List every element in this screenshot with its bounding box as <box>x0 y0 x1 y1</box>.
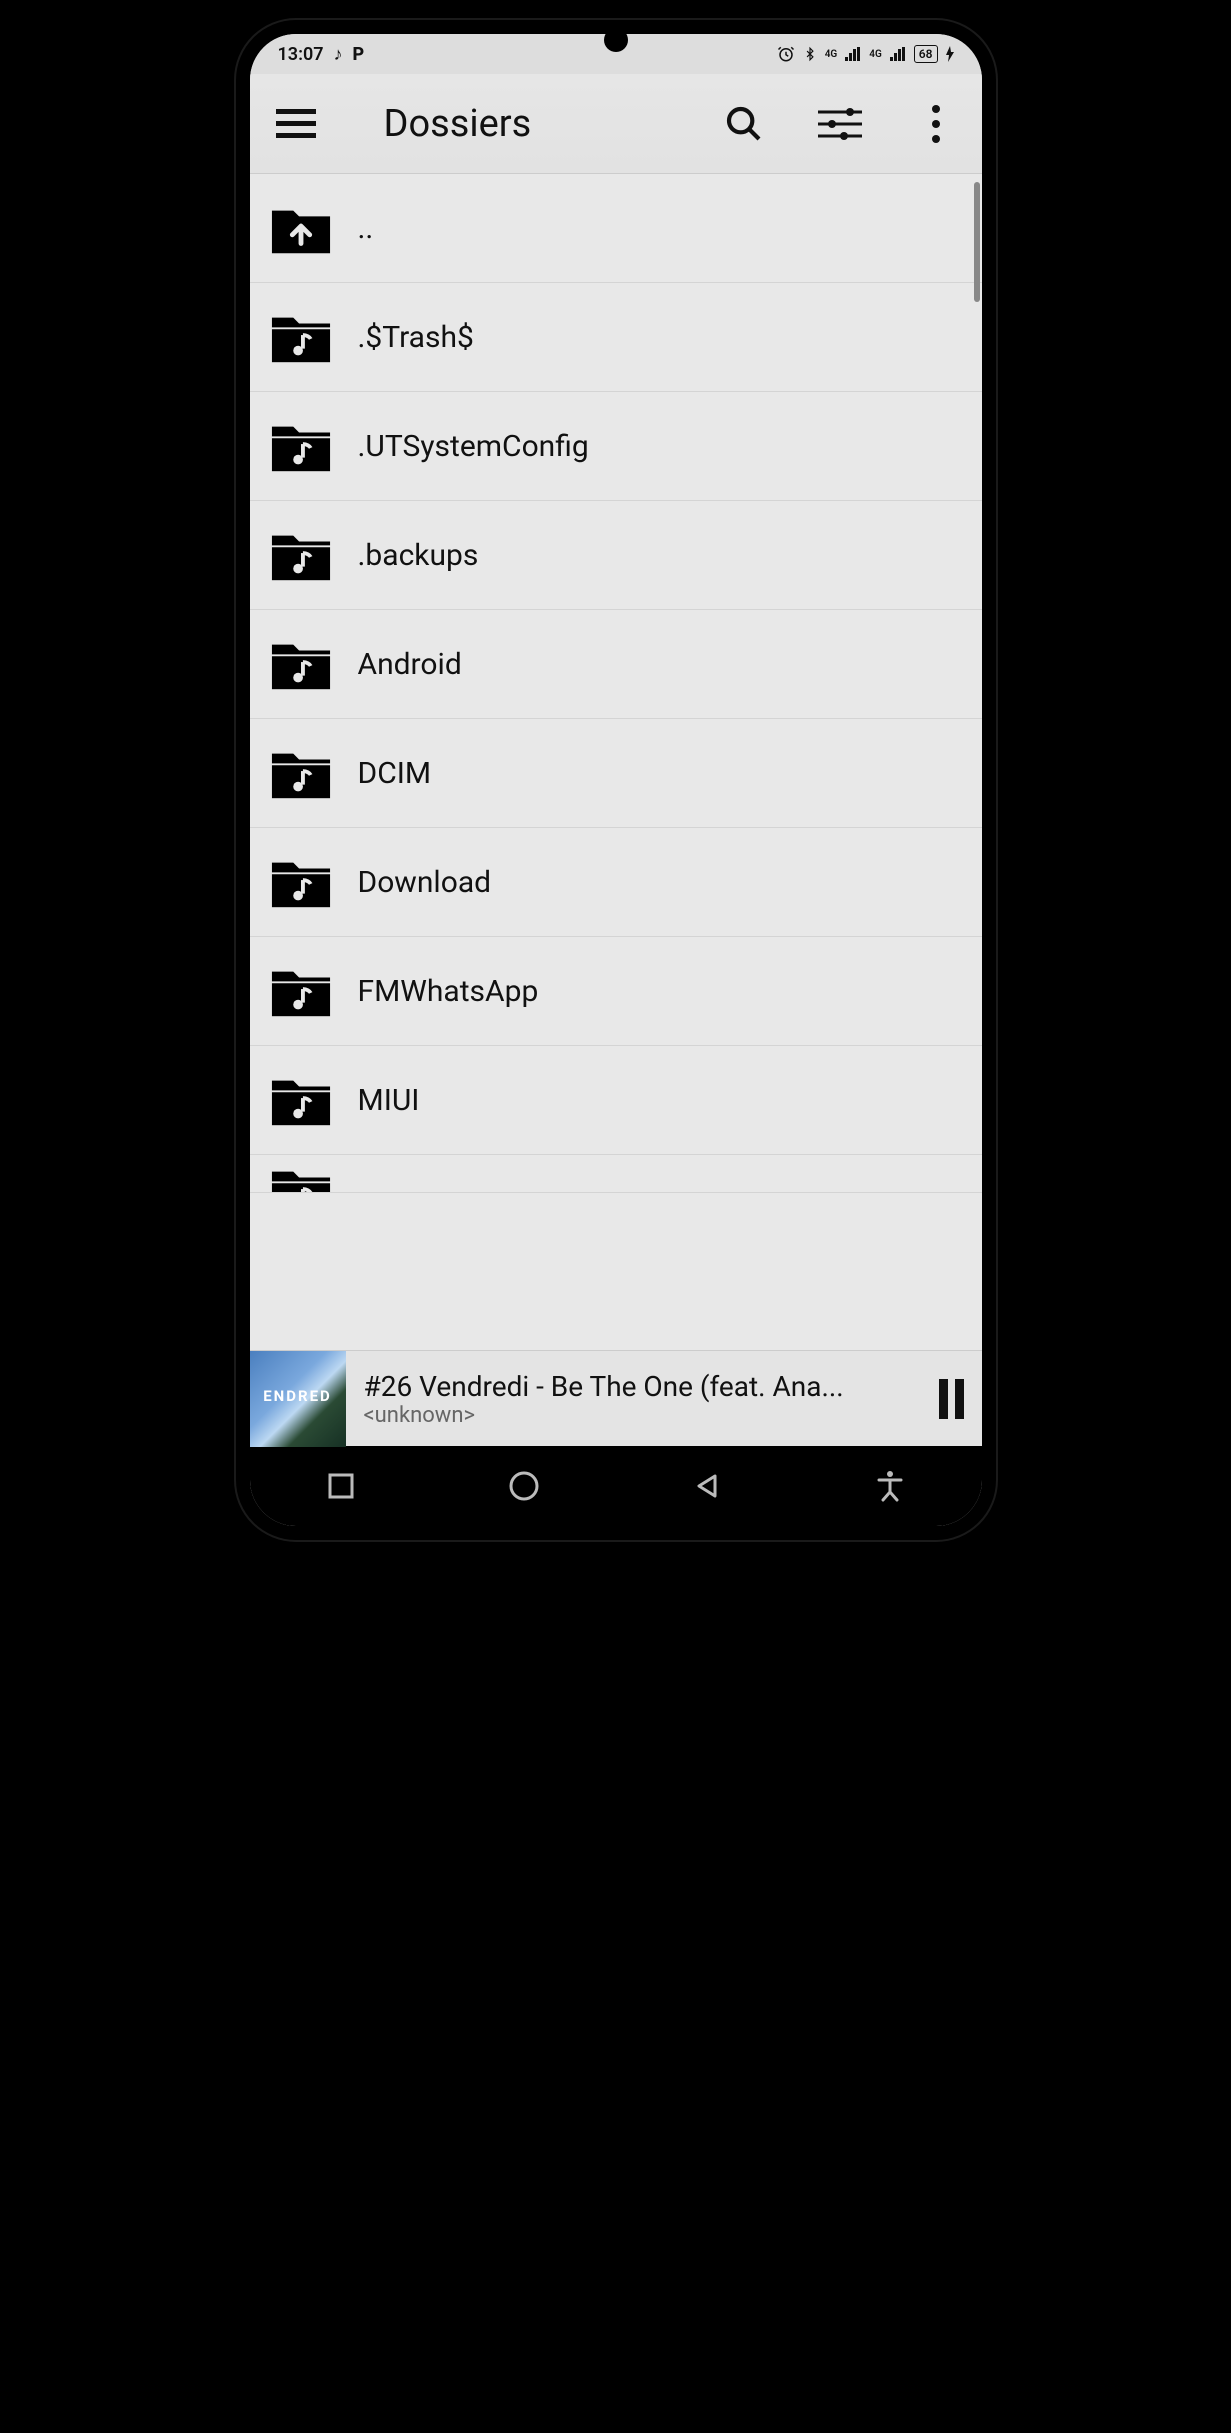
signal-1-icon <box>845 47 861 61</box>
folder-music-icon <box>270 963 332 1019</box>
phone-frame: 13:07 ♪ P 4G 4G 68 <box>236 20 996 1540</box>
folder-label: .UTSystemConfig <box>358 429 589 464</box>
pause-button[interactable] <box>922 1379 982 1419</box>
folder-music-icon <box>270 418 332 474</box>
recent-apps-button[interactable] <box>317 1462 365 1510</box>
phone-screen: 13:07 ♪ P 4G 4G 68 <box>250 34 982 1526</box>
folder-label: .. <box>358 211 374 246</box>
hamburger-icon <box>276 109 316 139</box>
more-vert-icon <box>931 104 941 144</box>
square-icon <box>327 1472 355 1500</box>
folder-music-icon <box>270 854 332 910</box>
sliders-icon <box>818 108 862 140</box>
alarm-icon <box>777 45 795 63</box>
folder-row[interactable]: .$Trash$ <box>250 283 982 392</box>
folder-music-icon <box>270 527 332 583</box>
folder-row[interactable]: FMWhatsApp <box>250 937 982 1046</box>
status-time: 13:07 <box>278 44 324 65</box>
signal-2-icon <box>890 47 906 61</box>
folder-label: DCIM <box>358 756 432 791</box>
folder-label: MIUI <box>358 1083 420 1118</box>
bluetooth-icon <box>803 45 817 63</box>
page-title: Dossiers <box>344 102 696 146</box>
folder-row-partial[interactable] <box>250 1155 982 1193</box>
network-1-label: 4G <box>825 49 838 60</box>
triangle-back-icon <box>693 1472 721 1500</box>
home-button[interactable] <box>500 1462 548 1510</box>
accessibility-button[interactable] <box>866 1462 914 1510</box>
folder-row[interactable]: .UTSystemConfig <box>250 392 982 501</box>
folder-list[interactable]: .. .$Trash$ .UTSystemConfig .backups And… <box>250 174 982 1350</box>
folder-row[interactable]: Download <box>250 828 982 937</box>
camera-notch <box>604 28 628 52</box>
folder-label: Download <box>358 865 492 900</box>
p-badge-icon: P <box>353 44 365 65</box>
scrollbar-thumb[interactable] <box>974 182 980 302</box>
folder-music-icon <box>270 309 332 365</box>
folder-music-icon <box>270 1072 332 1128</box>
search-icon <box>724 104 764 144</box>
folder-row[interactable]: .. <box>250 174 982 283</box>
app-bar: Dossiers <box>250 74 982 174</box>
folder-row[interactable]: Android <box>250 610 982 719</box>
now-playing-bar[interactable]: #26 Vendredi - Be The One (feat. Ana... … <box>250 1350 982 1446</box>
album-art <box>250 1351 346 1447</box>
filter-button[interactable] <box>812 96 868 152</box>
folder-label: .$Trash$ <box>358 320 474 355</box>
back-button[interactable] <box>683 1462 731 1510</box>
hamburger-menu-button[interactable] <box>268 96 324 152</box>
network-2-label: 4G <box>869 49 882 60</box>
pause-icon <box>939 1379 964 1419</box>
more-button[interactable] <box>908 96 964 152</box>
circle-icon <box>508 1470 540 1502</box>
folder-row[interactable]: MIUI <box>250 1046 982 1155</box>
now-playing-text: #26 Vendredi - Be The One (feat. Ana... … <box>346 1370 922 1428</box>
battery-level: 68 <box>914 45 938 63</box>
folder-music-icon <box>270 745 332 801</box>
status-right: 4G 4G 68 <box>777 45 954 63</box>
music-note-icon: ♪ <box>334 44 343 65</box>
search-button[interactable] <box>716 96 772 152</box>
system-nav-bar <box>250 1446 982 1526</box>
accessibility-icon <box>877 1470 903 1502</box>
folder-music-icon <box>270 1163 332 1193</box>
now-playing-title: #26 Vendredi - Be The One (feat. Ana... <box>364 1370 904 1403</box>
folder-up-icon <box>270 200 332 256</box>
charging-icon <box>946 46 954 62</box>
folder-label: .backups <box>358 538 479 573</box>
folder-music-icon <box>270 636 332 692</box>
now-playing-artist: <unknown> <box>364 1403 904 1428</box>
status-left: 13:07 ♪ P <box>278 44 365 65</box>
folder-label: FMWhatsApp <box>358 974 539 1009</box>
folder-row[interactable]: .backups <box>250 501 982 610</box>
folder-label: Android <box>358 647 462 682</box>
folder-row[interactable]: DCIM <box>250 719 982 828</box>
